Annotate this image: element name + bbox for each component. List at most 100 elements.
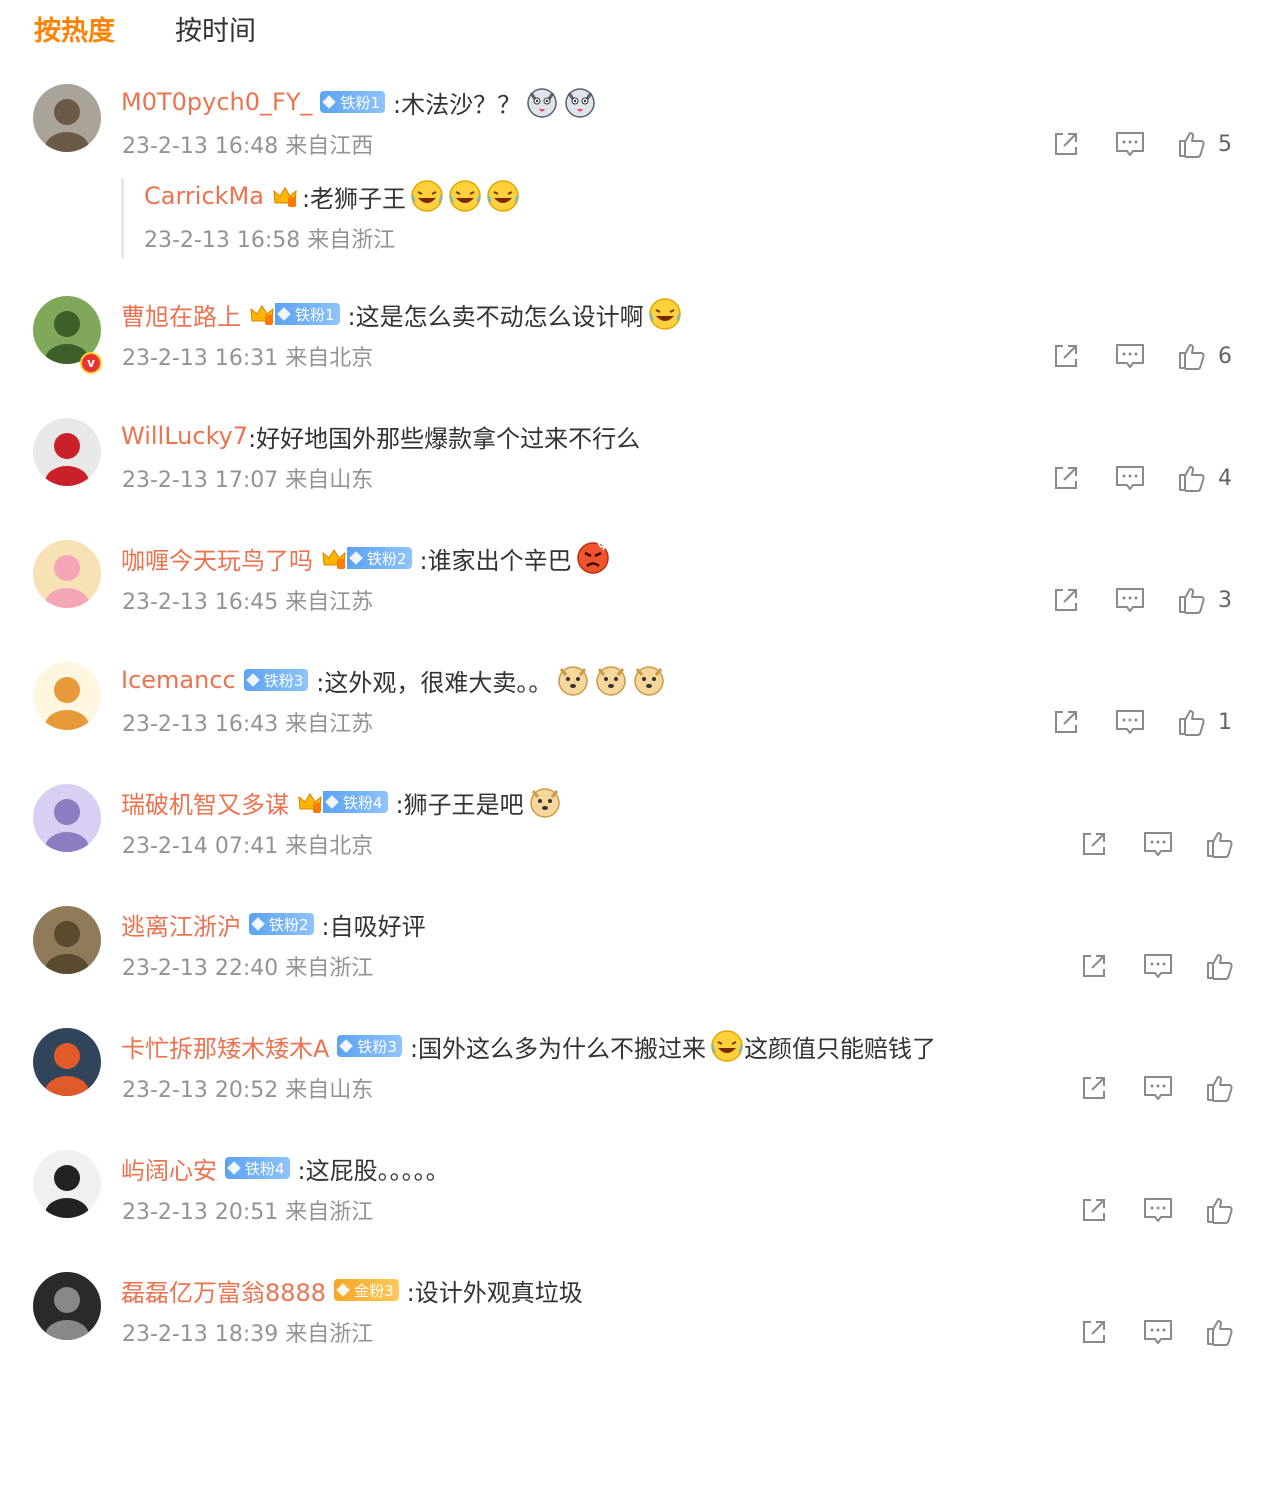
reply-meta: 23-2-13 16:58 来自浙江 <box>144 228 396 253</box>
comment-meta: 23-2-13 20:51 来自浙江 <box>122 1200 374 1225</box>
fan-badge-label: 金粉3 <box>354 1281 394 1300</box>
comment-icon[interactable] <box>1114 584 1146 616</box>
comment-icon[interactable] <box>1114 340 1146 372</box>
comment-icon[interactable] <box>1142 828 1174 860</box>
like-count: 5 <box>1218 132 1232 157</box>
username-link[interactable]: 咖喱今天玩鸟了吗 <box>121 541 313 576</box>
comment-icon[interactable] <box>1142 950 1174 982</box>
avatar[interactable] <box>33 906 101 974</box>
diamond-icon <box>349 551 363 565</box>
share-icon[interactable] <box>1078 1072 1110 1104</box>
comment-item: 咖喱今天玩鸟了吗 铁粉2:谁家出个辛巴 23-2-13 16:45 来自江苏 3 <box>0 536 1263 646</box>
crown-icon <box>321 545 347 571</box>
comment-text: :这外观，很难大卖。。 <box>316 668 553 697</box>
fan-badge-label: 铁粉3 <box>357 1037 397 1056</box>
username-link[interactable]: 曹旭在路上 <box>121 297 241 332</box>
fan-badge-label: 铁粉1 <box>295 305 335 324</box>
username-link[interactable]: Icemancc <box>121 666 236 694</box>
comment-meta: 23-2-14 07:41 来自北京 <box>122 834 374 859</box>
username-link[interactable]: 磊磊亿万富翁8888 <box>121 1273 326 1308</box>
reply-content: CarrickMa :老狮子王 <box>144 178 520 214</box>
like-count: 4 <box>1218 466 1232 491</box>
comment-text: :自吸好评 <box>321 912 426 941</box>
fan-badge: 铁粉3 <box>337 1035 402 1057</box>
like-icon[interactable] <box>1176 128 1208 160</box>
like-icon[interactable] <box>1176 584 1208 616</box>
username-link[interactable]: WillLucky7 <box>121 422 248 450</box>
avatar[interactable] <box>33 662 101 730</box>
username-link[interactable]: 卡忙拆那矮木矮木A <box>121 1029 329 1064</box>
comment-icon[interactable] <box>1142 1194 1174 1226</box>
like-icon[interactable] <box>1176 340 1208 372</box>
avatar[interactable] <box>33 784 101 852</box>
comment-text: :谁家出个辛巴 <box>419 546 572 575</box>
fan-badge: 铁粉4 <box>323 791 388 813</box>
avatar[interactable] <box>33 1150 101 1218</box>
like-icon[interactable] <box>1204 1194 1236 1226</box>
diamond-icon <box>339 1039 354 1053</box>
reply-item: CarrickMa :老狮子王 23-2-13 16:58 来自浙江 <box>121 178 821 258</box>
share-icon[interactable] <box>1050 340 1082 372</box>
comment-meta: 23-2-13 16:43 来自江苏 <box>122 712 374 737</box>
avatar[interactable] <box>33 1028 101 1096</box>
avatar[interactable] <box>33 84 101 152</box>
like-icon[interactable] <box>1204 950 1236 982</box>
tab-sort-by-time[interactable]: 按时间 <box>175 14 256 50</box>
share-icon[interactable] <box>1050 584 1082 616</box>
comment-meta: 23-2-13 16:48 来自江西 <box>122 134 374 159</box>
tab-sort-by-hot[interactable]: 按热度 <box>34 14 115 50</box>
comment-content: 咖喱今天玩鸟了吗 铁粉2 :谁家出个辛巴 <box>121 540 610 576</box>
username-link[interactable]: 瑞破机智又多谋 <box>121 785 289 820</box>
fan-badge-label: 铁粉2 <box>367 549 407 568</box>
like-icon[interactable] <box>1204 1316 1236 1348</box>
comment-meta: 23-2-13 16:45 来自江苏 <box>122 590 374 615</box>
username-link[interactable]: 屿阔心安 <box>121 1151 217 1186</box>
share-icon[interactable] <box>1078 828 1110 860</box>
comment-content: 卡忙拆那矮木矮木A 铁粉3:国外这么多为什么不搬过来 这颜值只能赔钱了 <box>121 1028 936 1064</box>
share-icon[interactable] <box>1078 950 1110 982</box>
share-icon[interactable] <box>1078 1316 1110 1348</box>
share-icon[interactable] <box>1078 1194 1110 1226</box>
share-icon[interactable] <box>1050 128 1082 160</box>
avatar[interactable] <box>33 418 101 486</box>
comment-item: 卡忙拆那矮木矮木A 铁粉3:国外这么多为什么不搬过来 这颜值只能赔钱了 23-2-13… <box>0 1024 1263 1134</box>
comment-icon[interactable] <box>1114 462 1146 494</box>
fan-badge-label: 铁粉4 <box>245 1159 285 1178</box>
like-icon[interactable] <box>1204 1072 1236 1104</box>
fan-badge: 铁粉4 <box>225 1157 290 1179</box>
share-icon[interactable] <box>1050 706 1082 738</box>
fan-badge: 铁粉1 <box>320 91 386 113</box>
comment-content: 曹旭在路上 铁粉1:这是怎么卖不动怎么设计啊 <box>121 296 682 332</box>
username-link[interactable]: M0T0pych0_FY_ <box>121 88 312 116</box>
diamond-icon <box>251 917 265 931</box>
comment-item: Icemancc 铁粉3:这外观，很难大卖。。 23-2-13 16:43 来自江苏… <box>0 658 1263 768</box>
comment-item: 磊磊亿万富翁8888 金粉3:设计外观真垃圾 23-2-13 18:39 来自浙江 <box>0 1268 1263 1378</box>
like-icon[interactable] <box>1176 462 1208 494</box>
username-link[interactable]: 逃离江浙沪 <box>121 907 241 942</box>
comment-item: v 曹旭在路上 铁粉1:这是怎么卖不动怎么设计啊 23-2-13 16:31 来自北京… <box>0 292 1263 402</box>
comment-content: Icemancc 铁粉3:这外观，很难大卖。。 <box>121 662 666 698</box>
avatar[interactable] <box>33 1272 101 1340</box>
reply-username-link[interactable]: CarrickMa <box>144 182 264 210</box>
comment-icon[interactable] <box>1142 1316 1174 1348</box>
comment-meta: 23-2-13 22:40 来自浙江 <box>122 956 374 981</box>
avatar[interactable] <box>33 540 101 608</box>
comment-icon[interactable] <box>1142 1072 1174 1104</box>
laugh-cry-emoji <box>648 297 682 331</box>
comment-icon[interactable] <box>1114 128 1146 160</box>
like-icon[interactable] <box>1176 706 1208 738</box>
diamond-icon <box>227 1161 241 1175</box>
like-icon[interactable] <box>1204 828 1236 860</box>
diamond-icon <box>325 795 339 809</box>
doge-emoji <box>632 663 666 697</box>
comment-meta: 23-2-13 16:31 来自北京 <box>122 346 374 371</box>
comment-text: :国外这么多为什么不搬过来 <box>409 1034 707 1063</box>
husky-emoji <box>525 85 559 119</box>
doge-emoji <box>594 663 628 697</box>
comment-item: 屿阔心安 铁粉4:这屁股。。。。。 23-2-13 20:51 来自浙江 <box>0 1146 1263 1256</box>
like-count: 6 <box>1218 344 1232 369</box>
reply-text: :老狮子王 <box>301 184 407 213</box>
share-icon[interactable] <box>1050 462 1082 494</box>
comment-icon[interactable] <box>1114 706 1146 738</box>
laugh-cry-emoji <box>710 1029 744 1063</box>
